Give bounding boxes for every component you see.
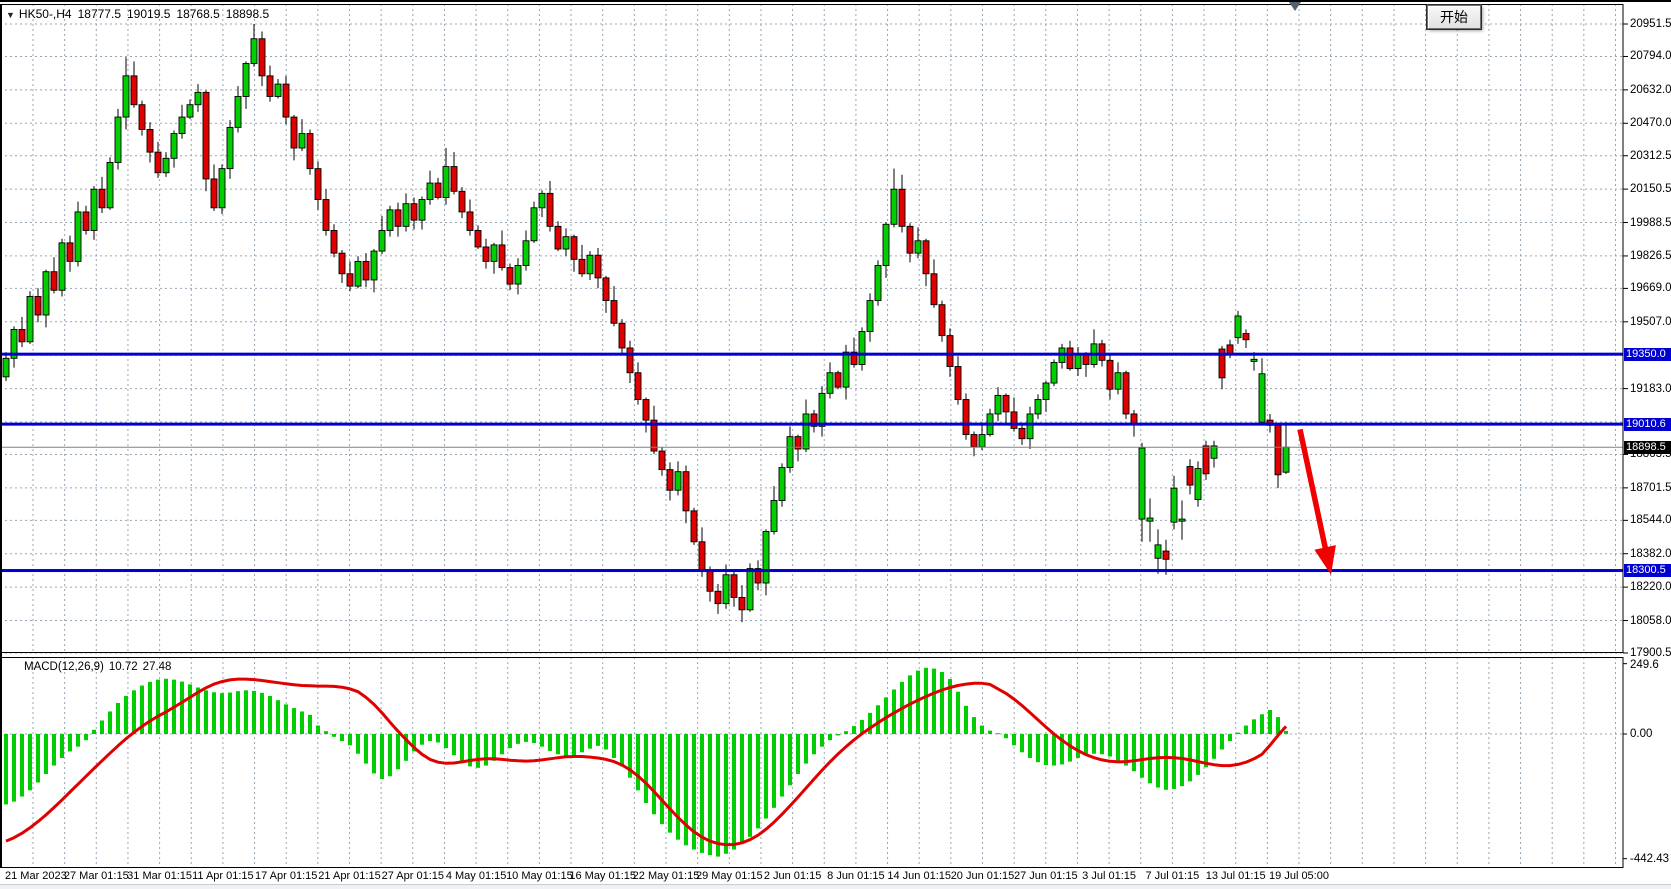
price-tick-label: 20794.0 bbox=[1630, 50, 1671, 62]
chart-window: ▼ HK50-,H4 18777.5 19019.5 18768.5 18898.5 开始… bbox=[0, 0, 1671, 889]
macd-tick-label: 249.6 bbox=[1630, 659, 1659, 671]
price-tick-label: 18220.0 bbox=[1630, 581, 1671, 593]
level-price-badge[interactable]: 19010.6 bbox=[1624, 418, 1671, 431]
price-tick-label: 20312.5 bbox=[1630, 150, 1671, 162]
time-tick-label: 29 May 01:15 bbox=[696, 870, 763, 882]
price-tick-label: 19826.5 bbox=[1630, 250, 1671, 262]
time-tick-label: 3 Jul 01:15 bbox=[1082, 870, 1136, 882]
quote-low: 18768.5 bbox=[176, 7, 219, 21]
time-tick-label: 27 Apr 01:15 bbox=[382, 870, 444, 882]
time-tick-label: 4 May 01:15 bbox=[446, 870, 507, 882]
price-tick-label: 19669.0 bbox=[1630, 282, 1671, 294]
macd-main-value: 10.72 bbox=[109, 661, 138, 673]
pointer-marker-icon bbox=[1289, 2, 1301, 11]
macd-tick-label: -442.43 bbox=[1630, 853, 1669, 865]
macd-tick-label: 0.00 bbox=[1630, 728, 1652, 740]
price-tick-label: 19183.0 bbox=[1630, 383, 1671, 395]
price-tick-label: 20470.0 bbox=[1630, 117, 1671, 129]
candlestick-series bbox=[3, 24, 1289, 622]
level-lines[interactable] bbox=[0, 353, 1623, 572]
macd-axis[interactable]: 249.6 0.00 -442.43 bbox=[1623, 657, 1671, 868]
collapse-icon[interactable]: ▼ bbox=[6, 10, 15, 20]
time-tick-label: 27 Mar 01:15 bbox=[64, 870, 129, 882]
time-tick-label: 22 May 01:15 bbox=[633, 870, 700, 882]
price-tick-label: 18701.5 bbox=[1630, 482, 1671, 494]
price-tick-label: 18382.0 bbox=[1630, 548, 1671, 560]
trend-arrow[interactable] bbox=[1300, 429, 1336, 574]
time-tick-label: 11 Apr 01:15 bbox=[192, 870, 254, 882]
time-tick-label: 21 Apr 01:15 bbox=[318, 870, 380, 882]
time-tick-label: 27 Jun 01:15 bbox=[1014, 870, 1078, 882]
price-tick-label: 20951.5 bbox=[1630, 18, 1671, 30]
quote-close: 18898.5 bbox=[226, 7, 269, 21]
price-tick-label: 20632.0 bbox=[1630, 84, 1671, 96]
macd-indicator-label: MACD(12,26,9) 10.72 27.48 bbox=[24, 661, 176, 673]
time-axis[interactable]: 21 Mar 202327 Mar 01:1531 Mar 01:1511 Ap… bbox=[0, 868, 1671, 884]
time-tick-label: 10 May 01:15 bbox=[506, 870, 573, 882]
level-price-badge[interactable]: 19350.0 bbox=[1624, 348, 1671, 361]
time-tick-label: 31 Mar 01:15 bbox=[127, 870, 192, 882]
time-tick-label: 16 May 01:15 bbox=[569, 870, 636, 882]
time-tick-label: 2 Jun 01:15 bbox=[764, 870, 822, 882]
time-tick-label: 13 Jul 01:15 bbox=[1206, 870, 1266, 882]
time-tick-label: 17 Apr 01:15 bbox=[255, 870, 317, 882]
price-tick-label: 19507.0 bbox=[1630, 316, 1671, 328]
time-tick-label: 8 Jun 01:15 bbox=[827, 870, 885, 882]
macd-signal-value: 27.48 bbox=[143, 661, 172, 673]
time-tick-label: 20 Jun 01:15 bbox=[951, 870, 1015, 882]
macd-name: MACD(12,26,9) bbox=[24, 661, 104, 673]
quote-open: 18777.5 bbox=[78, 7, 121, 21]
price-tick-label: 20150.5 bbox=[1630, 183, 1671, 195]
start-button[interactable]: 开始 bbox=[1427, 5, 1481, 29]
time-tick-label: 7 Jul 01:15 bbox=[1145, 870, 1199, 882]
level-price-badge[interactable]: 18300.5 bbox=[1624, 564, 1671, 577]
time-tick-label: 19 Jul 05:00 bbox=[1269, 870, 1329, 882]
quote-high: 19019.5 bbox=[127, 7, 170, 21]
price-tick-label: 19988.5 bbox=[1630, 217, 1671, 229]
chart-canvas[interactable] bbox=[0, 2, 1671, 889]
current-price-line bbox=[0, 447, 1623, 448]
chart-header: ▼ HK50-,H4 18777.5 19019.5 18768.5 18898.5 bbox=[6, 7, 275, 21]
time-tick-label: 21 Mar 2023 bbox=[5, 870, 67, 882]
macd-histogram bbox=[4, 668, 1288, 857]
current-price-badge: 18898.5 bbox=[1624, 441, 1671, 454]
bottom-scroll-strip[interactable] bbox=[0, 884, 1671, 889]
price-axis[interactable]: 20951.5 20794.0 20632.0 20470.0 20312.5 20150… bbox=[1623, 2, 1671, 657]
price-tick-label: 18058.0 bbox=[1630, 615, 1671, 627]
price-tick-label: 18544.0 bbox=[1630, 514, 1671, 526]
gridlines bbox=[0, 4, 1623, 868]
symbol-timeframe: HK50-,H4 bbox=[19, 7, 72, 21]
time-tick-label: 14 Jun 01:15 bbox=[887, 870, 951, 882]
